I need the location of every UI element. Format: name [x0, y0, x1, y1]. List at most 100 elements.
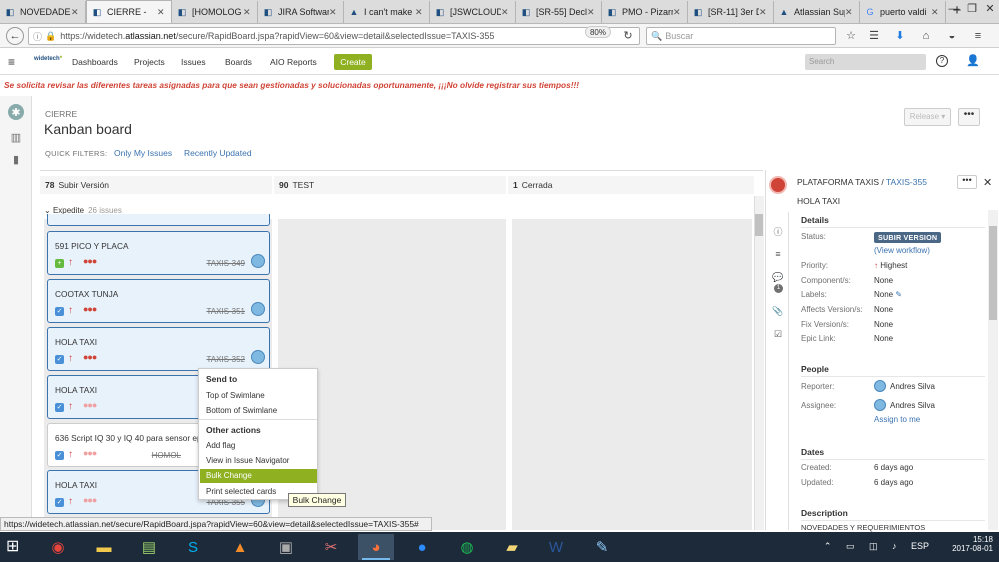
- card-key[interactable]: TAXIS-352: [206, 355, 245, 364]
- browser-search-input[interactable]: 🔍 Buscar: [646, 27, 836, 45]
- menu-item-bottom-of-swimlane[interactable]: Bottom of Swimlane: [200, 404, 317, 418]
- release-button[interactable]: Release ▾: [904, 108, 951, 126]
- browser-tab[interactable]: ▲ Atlassian Suppo✕: [774, 1, 860, 23]
- browser-tab[interactable]: ◧ [JSWCLOUD ✕: [430, 1, 516, 23]
- menu-aio-reports[interactable]: AIO Reports: [270, 57, 317, 67]
- zoom-indicator[interactable]: 80%: [585, 26, 611, 38]
- fix-version-value[interactable]: None: [874, 320, 893, 329]
- menu-item-bulk-change[interactable]: Bulk Change: [200, 469, 317, 483]
- skype-icon[interactable]: S: [175, 534, 211, 560]
- system-tray-icons[interactable]: ⌃ ▭ ◫ ♪ ESP: [824, 541, 929, 552]
- bookmark-star-icon[interactable]: ☆: [843, 28, 859, 44]
- subtask-icon[interactable]: ☑: [772, 329, 784, 341]
- reporter-value[interactable]: Andres Silva: [890, 382, 935, 391]
- detail-scrollbar-thumb[interactable]: [989, 226, 997, 320]
- browser-tab[interactable]: ◧ PMO - Pizarr ✕: [602, 1, 688, 23]
- close-icon[interactable]: ✕: [983, 176, 992, 189]
- logo[interactable]: widetech*: [34, 56, 62, 62]
- board-scrollbar[interactable]: [754, 196, 764, 530]
- board-more-button[interactable]: •••: [958, 108, 980, 126]
- reload-icon[interactable]: ↻: [620, 28, 636, 44]
- edit-pencil-icon[interactable]: ✎: [895, 290, 902, 299]
- close-icon[interactable]: ✕: [71, 7, 81, 18]
- reports-icon[interactable]: ▮: [8, 151, 24, 167]
- paint-icon[interactable]: ✎: [584, 534, 620, 560]
- close-icon[interactable]: ✕: [673, 7, 683, 18]
- vlc-icon[interactable]: ▲: [222, 534, 258, 560]
- jira-search-input[interactable]: Search: [805, 54, 926, 70]
- browser-tab[interactable]: ◧ JIRA Softwar ✕: [258, 1, 344, 23]
- card-key[interactable]: TAXIS-351: [206, 307, 245, 316]
- view-workflow-link[interactable]: (View workflow): [874, 246, 930, 255]
- menu-projects[interactable]: Projects: [134, 57, 165, 67]
- language-indicator[interactable]: ESP: [911, 541, 929, 551]
- close-icon[interactable]: ✕: [329, 7, 339, 18]
- info-icon[interactable]: ⓘ: [33, 30, 42, 43]
- close-icon[interactable]: ✕: [501, 7, 511, 18]
- remote-desktop-icon[interactable]: ▣: [268, 534, 304, 560]
- priority-value[interactable]: ↑ Highest: [874, 261, 907, 270]
- browser-tab[interactable]: ◧ [SR-55] Decl ✕: [516, 1, 602, 23]
- close-icon[interactable]: ✕: [587, 7, 597, 18]
- epic-link-value[interactable]: None: [874, 334, 893, 343]
- assignee-value[interactable]: Andres Silva: [890, 401, 935, 410]
- components-value[interactable]: None: [874, 276, 893, 285]
- detail-issue-key[interactable]: TAXIS-355: [886, 177, 927, 187]
- minimize-icon[interactable]: —: [945, 0, 963, 18]
- comment-icon[interactable]: 💬: [772, 272, 784, 284]
- app-switcher-icon[interactable]: ≡: [8, 55, 15, 69]
- menu-boards[interactable]: Boards: [225, 57, 252, 67]
- create-button[interactable]: Create: [334, 54, 372, 70]
- file-explorer-icon[interactable]: ▬: [86, 534, 122, 560]
- filter-only-my-issues[interactable]: Only My Issues: [114, 148, 172, 158]
- snipping-tool-icon[interactable]: ✂: [313, 534, 349, 560]
- issue-card[interactable]: COOTAX TUNJA ✓ ↑ ●●● TAXIS-351: [47, 279, 270, 323]
- description-text[interactable]: NOVEDADES Y REQUERIMIENTOS: [801, 523, 925, 532]
- url-bar[interactable]: ⓘ 🔒 https://widetech. atlassian.net/secur…: [28, 27, 640, 45]
- filter-recently-updated[interactable]: Recently Updated: [184, 148, 252, 158]
- labels-value[interactable]: None ✎: [874, 290, 902, 299]
- close-icon[interactable]: ✕: [157, 7, 167, 18]
- info-icon[interactable]: ⓘ: [772, 225, 784, 237]
- menu-dashboards[interactable]: Dashboards: [72, 57, 118, 67]
- description-icon[interactable]: ≡: [772, 249, 784, 261]
- board-scrollbar-thumb[interactable]: [755, 214, 763, 236]
- home-icon[interactable]: ⌂: [918, 28, 934, 44]
- close-icon[interactable]: ✕: [759, 7, 769, 18]
- issue-card[interactable]: [47, 214, 270, 226]
- back-icon[interactable]: ←: [6, 27, 24, 45]
- browser-tab[interactable]: ◧ NOVEDADES ✕: [0, 1, 86, 23]
- avatar[interactable]: 👤: [966, 54, 980, 67]
- zoom-app-icon[interactable]: ●: [404, 534, 440, 560]
- clock[interactable]: 15:18 2017-08-01: [952, 535, 993, 553]
- hamburger-menu-icon[interactable]: ≡: [970, 28, 986, 44]
- word-icon[interactable]: W: [538, 534, 574, 560]
- card-key[interactable]: HOMOL: [152, 451, 181, 460]
- pocket-icon[interactable]: ◒: [944, 28, 960, 44]
- menu-item-view-in-issue-navigator[interactable]: View in Issue Navigator: [200, 454, 317, 468]
- download-icon[interactable]: ⬇: [892, 28, 908, 44]
- sticky-notes-icon[interactable]: ▰: [494, 534, 530, 560]
- browser-tab[interactable]: ▲ I can't make ✕: [344, 1, 430, 23]
- assign-to-me-link[interactable]: Assign to me: [874, 415, 920, 424]
- browser-tab[interactable]: Gpuerto valdi ✕: [860, 1, 946, 23]
- issue-card[interactable]: HOLA TAXI ✓ ↑ ●●● TAXIS-352: [47, 327, 270, 371]
- menu-issues[interactable]: Issues: [181, 57, 206, 67]
- help-icon[interactable]: ?: [936, 55, 948, 67]
- menu-item-top-of-swimlane[interactable]: Top of Swimlane: [200, 389, 317, 403]
- board-icon[interactable]: ▥: [8, 129, 24, 145]
- maximize-icon[interactable]: ❐: [963, 0, 981, 18]
- card-key[interactable]: TAXIS-349: [206, 259, 245, 268]
- project-avatar-icon[interactable]: ✱: [8, 104, 24, 120]
- firefox-icon[interactable]: ◕: [358, 534, 394, 560]
- browser-tab-active[interactable]: ◧ CIERRE - ✕: [86, 0, 172, 23]
- status-badge[interactable]: SUBIR VERSION: [874, 232, 942, 243]
- detail-more-button[interactable]: •••: [957, 175, 977, 189]
- reading-list-icon[interactable]: ☰: [866, 28, 882, 44]
- menu-item-add-flag[interactable]: Add flag: [200, 439, 317, 453]
- affects-version-value[interactable]: None: [874, 305, 893, 314]
- spotify-icon[interactable]: ◍: [449, 534, 485, 560]
- chrome-icon[interactable]: ◉: [40, 534, 76, 560]
- attachment-icon[interactable]: 📎: [772, 306, 784, 318]
- issue-card[interactable]: 591 PICO Y PLACA + ↑ ●●● TAXIS-349: [47, 231, 270, 275]
